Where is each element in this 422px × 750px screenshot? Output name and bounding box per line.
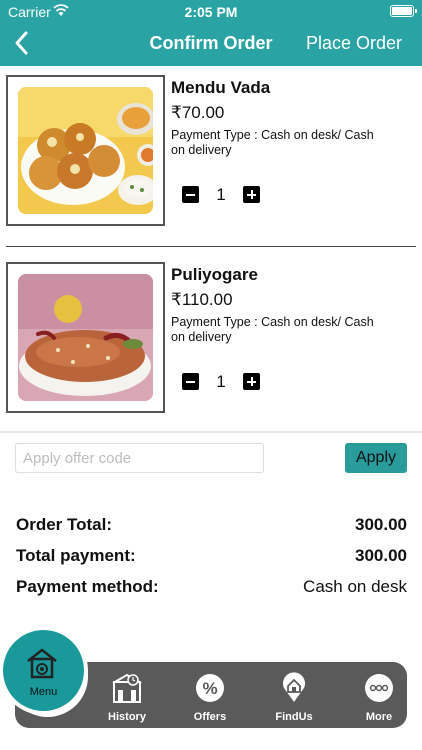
menu-button[interactable]: Menu <box>3 630 84 711</box>
menu-house-icon <box>27 648 57 679</box>
item-payment-type: Payment Type : Cash on desk/ Cash on del… <box>171 315 374 344</box>
findus-icon <box>283 672 305 702</box>
tab-more-label: More <box>365 711 393 723</box>
status-time: 2:05 PM <box>184 4 238 20</box>
mendu-vada-photo <box>18 87 153 214</box>
cart-item: Mendu Vada ₹70.00 Payment Type : Cash on… <box>0 66 422 246</box>
plus-icon[interactable] <box>243 186 260 203</box>
payment-method-value: Cash on desk <box>303 577 407 596</box>
tab-more[interactable]: More <box>344 672 414 724</box>
tab-offers-label: Offers <box>193 711 227 723</box>
tab-offers[interactable]: % Offers <box>175 672 245 724</box>
item-payment-type: Payment Type : Cash on desk/ Cash on del… <box>171 128 374 157</box>
menu-button-label: Menu <box>29 686 58 698</box>
status-bar: Carrier 2:05 PM <box>0 0 422 22</box>
history-icon <box>112 673 142 703</box>
offer-code-input[interactable] <box>15 443 264 473</box>
payment-method-row: Payment method: Cash on desk <box>16 577 407 599</box>
offers-icon: % <box>196 674 224 702</box>
tab-findus-label: FindUs <box>275 711 313 723</box>
battery-icon <box>390 5 417 17</box>
apply-offer-button[interactable]: Apply <box>345 443 407 473</box>
item-name: Mendu Vada <box>171 78 271 97</box>
app-header: Carrier 2:05 PM Confirm Order Place Orde… <box>0 0 422 66</box>
plus-icon[interactable] <box>243 373 260 390</box>
cart-item: Puliyogare ₹110.00 Payment Type : Cash o… <box>0 253 422 433</box>
more-icon <box>365 674 393 702</box>
tab-findus[interactable]: FindUs <box>259 672 329 724</box>
puliyogare-photo <box>18 274 153 401</box>
total-payment-row: Total payment: 300.00 <box>16 546 407 568</box>
order-total-row: Order Total: 300.00 <box>16 515 407 537</box>
item-image[interactable] <box>6 75 165 226</box>
quantity-value: 1 <box>216 372 226 391</box>
minus-icon[interactable] <box>182 373 199 390</box>
order-total-label: Order Total: <box>16 515 113 534</box>
section-divider <box>0 431 422 433</box>
total-payment-label: Total payment: <box>16 546 136 565</box>
item-image[interactable] <box>6 262 165 413</box>
item-price: ₹110.00 <box>171 290 233 309</box>
minus-icon[interactable] <box>182 186 199 203</box>
tab-history-label: History <box>108 711 146 723</box>
quantity-value: 1 <box>216 185 226 204</box>
payment-method-label: Payment method: <box>16 577 159 596</box>
place-order-button[interactable]: Place Order <box>306 33 402 54</box>
item-price: ₹70.00 <box>171 103 225 122</box>
item-divider <box>6 246 416 247</box>
order-total-value: 300.00 <box>355 515 407 534</box>
item-name: Puliyogare <box>171 265 258 284</box>
tab-history[interactable]: History <box>92 672 162 724</box>
svg-text:%: % <box>202 679 217 698</box>
total-payment-value: 300.00 <box>355 546 407 565</box>
